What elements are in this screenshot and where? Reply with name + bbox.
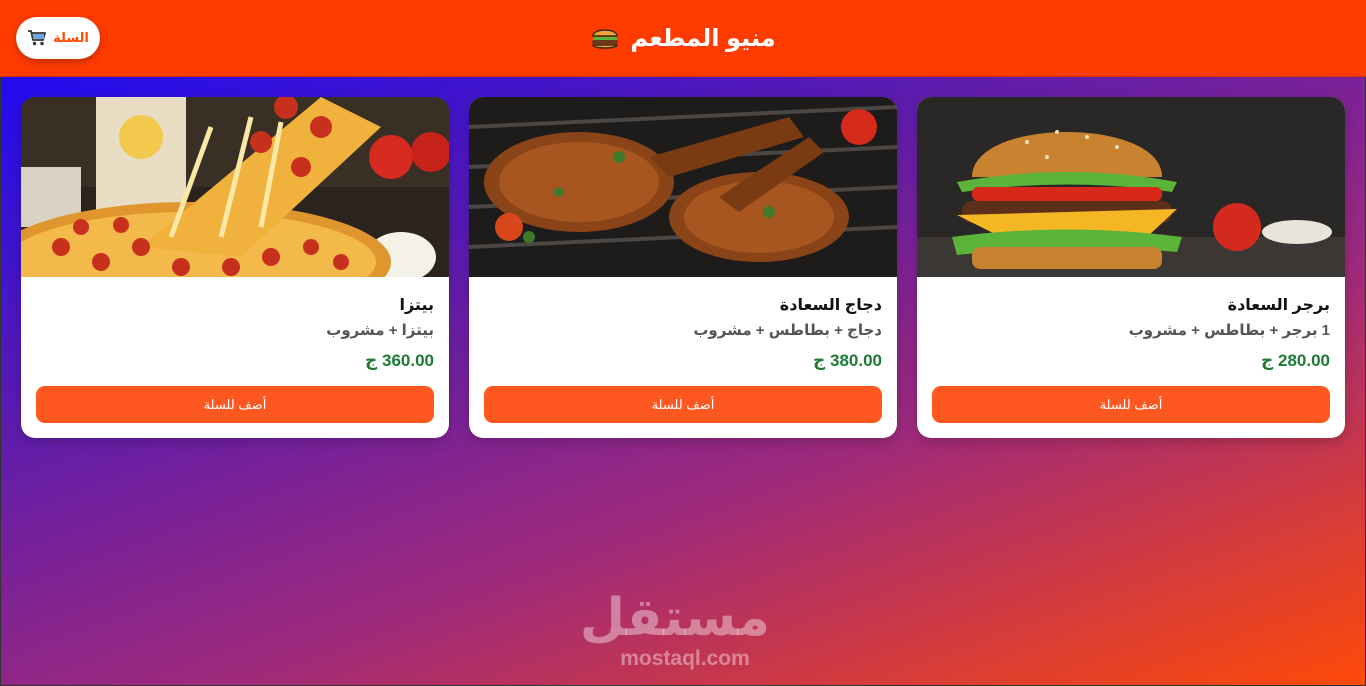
watermark-arabic: مستقل <box>579 589 770 647</box>
grilled-chicken-image <box>469 97 897 277</box>
shopping-cart-icon <box>28 30 47 46</box>
item-description: 1 برجر + بطاطس + مشروب <box>1128 322 1330 339</box>
item-description: بيتزا + مشروب <box>326 322 434 339</box>
cart-label: السلة <box>53 30 89 45</box>
item-price: 360.00 ج <box>365 351 434 370</box>
page-title-text: منيو المطعم <box>630 24 776 52</box>
page-title: منيو المطعم <box>590 24 776 53</box>
burger-icon <box>592 29 619 49</box>
cart-button[interactable]: السلة <box>16 17 100 59</box>
pizza-image <box>21 97 449 277</box>
item-price: 380.00 ج <box>813 351 882 370</box>
add-to-cart-button[interactable]: أضف للسلة <box>36 386 434 423</box>
header: السلة منيو المطعم <box>0 0 1366 77</box>
menu-card-burger: برجر السعادة 1 برجر + بطاطس + مشروب 280.… <box>917 97 1345 438</box>
item-name: برجر السعادة <box>1227 297 1330 314</box>
menu-card-pizza: بيتزا بيتزا + مشروب 360.00 ج أضف للسلة <box>21 97 449 438</box>
watermark-english: mostaql.com <box>620 647 750 670</box>
item-price: 280.00 ج <box>1261 351 1330 370</box>
burger-image <box>917 97 1345 277</box>
add-to-cart-button[interactable]: أضف للسلة <box>484 386 882 423</box>
item-name: بيتزا <box>399 297 434 314</box>
watermark-logo: مستقل mostaql.com <box>579 589 770 670</box>
add-to-cart-button[interactable]: أضف للسلة <box>932 386 1330 423</box>
item-description: دجاج + بطاطس + مشروب <box>693 322 882 339</box>
menu-grid: بيتزا بيتزا + مشروب 360.00 ج أضف للسلة د… <box>21 97 1345 438</box>
menu-card-chicken: دجاج السعادة دجاج + بطاطس + مشروب 380.00… <box>469 97 897 438</box>
item-name: دجاج السعادة <box>779 297 882 314</box>
